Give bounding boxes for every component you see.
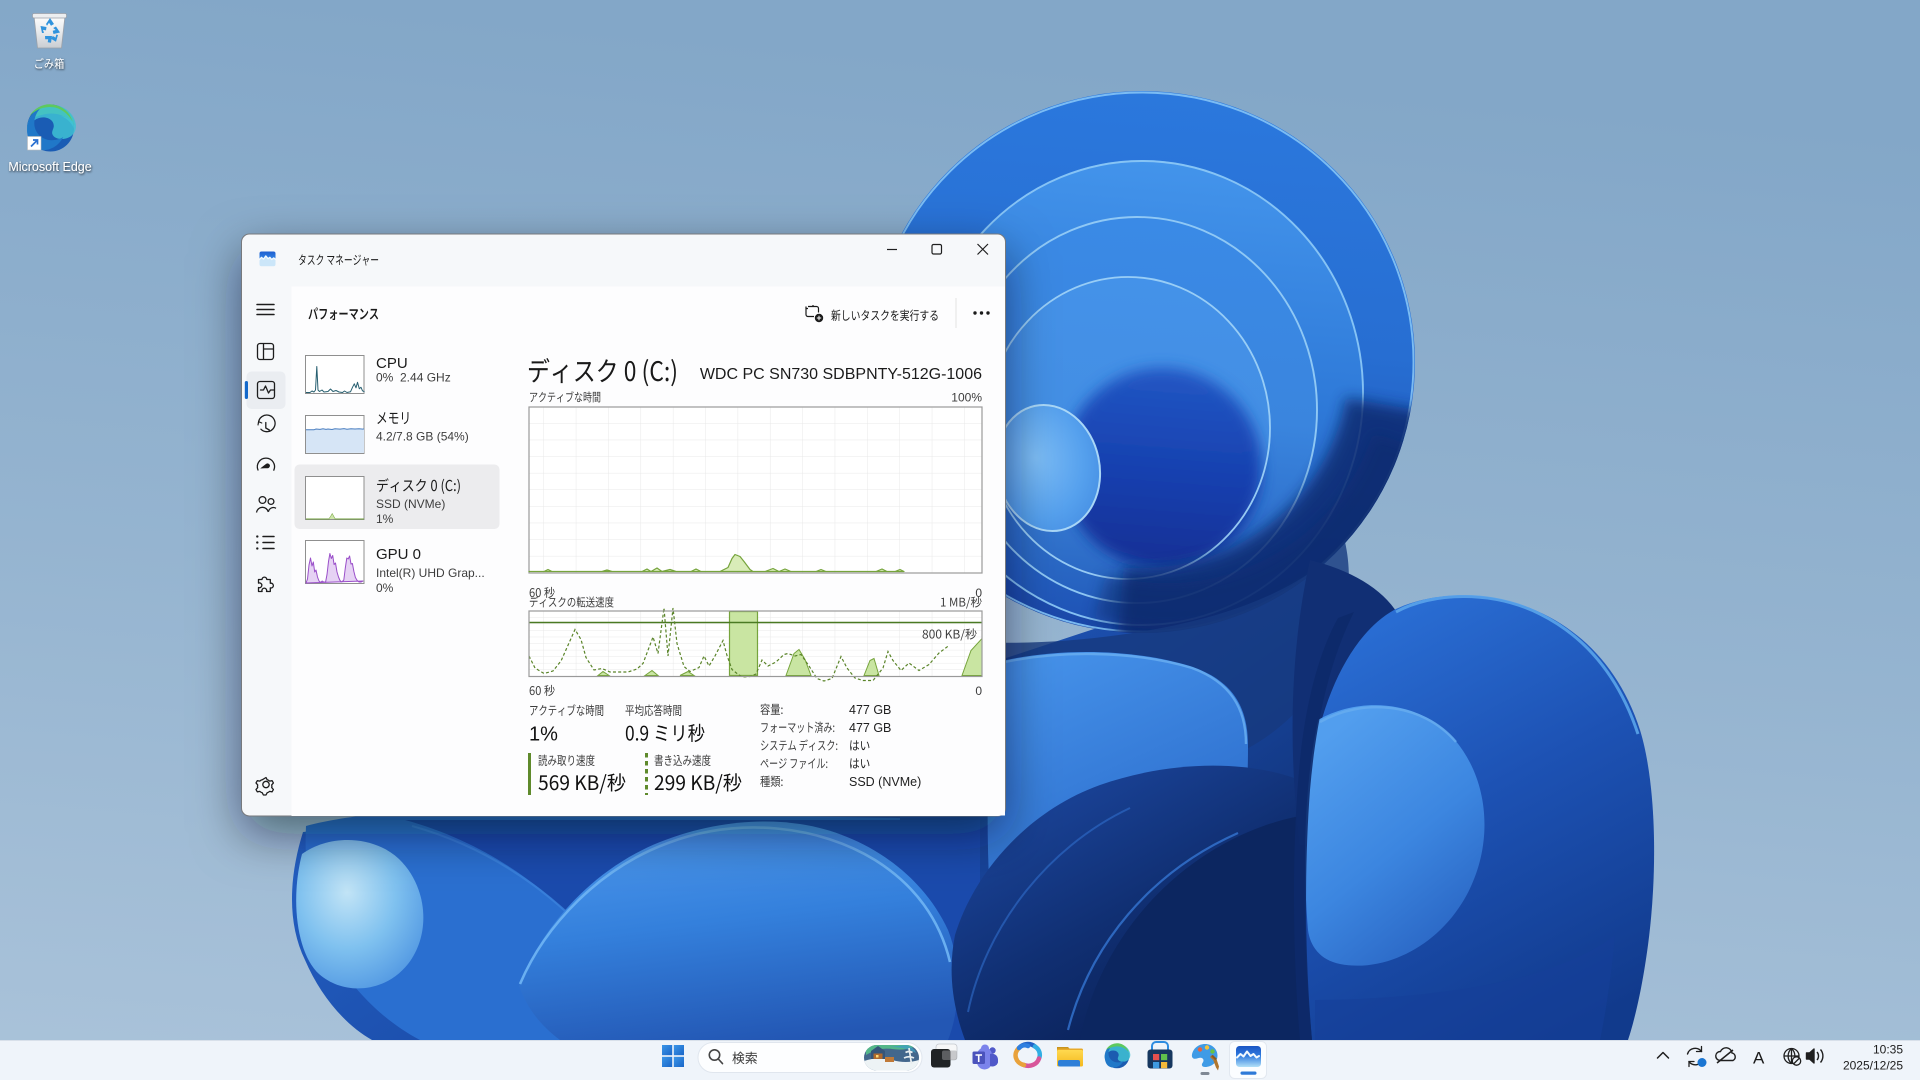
svg-text:477 GB: 477 GB	[849, 703, 891, 717]
svg-text:WDC PC SN730 SDBPNTY-512G-1006: WDC PC SN730 SDBPNTY-512G-1006	[700, 366, 982, 383]
svg-text:SSD (NVMe): SSD (NVMe)	[849, 775, 921, 789]
svg-text:10:35: 10:35	[1873, 1043, 1903, 1057]
svg-text:1%: 1%	[529, 724, 558, 746]
svg-text:100%: 100%	[951, 391, 982, 405]
svg-text:4.2/7.8 GB (54%): 4.2/7.8 GB (54%)	[376, 430, 469, 444]
svg-text:0: 0	[975, 586, 982, 600]
svg-text:Intel(R) UHD Grap...: Intel(R) UHD Grap...	[376, 566, 485, 580]
svg-text:1%: 1%	[376, 512, 394, 526]
svg-text:GPU 0: GPU 0	[376, 546, 421, 563]
svg-text:0% 2.44 GHz: 0% 2.44 GHz	[376, 371, 451, 385]
svg-text:A: A	[1753, 1049, 1765, 1068]
svg-text:2025/12/25: 2025/12/25	[1843, 1059, 1903, 1073]
svg-text:Microsoft Edge: Microsoft Edge	[8, 160, 91, 174]
svg-text:0: 0	[975, 684, 982, 698]
svg-text:0%: 0%	[376, 581, 394, 595]
svg-text:CPU: CPU	[376, 355, 408, 372]
svg-text:SSD (NVMe): SSD (NVMe)	[376, 497, 445, 511]
svg-text:477 GB: 477 GB	[849, 721, 891, 735]
